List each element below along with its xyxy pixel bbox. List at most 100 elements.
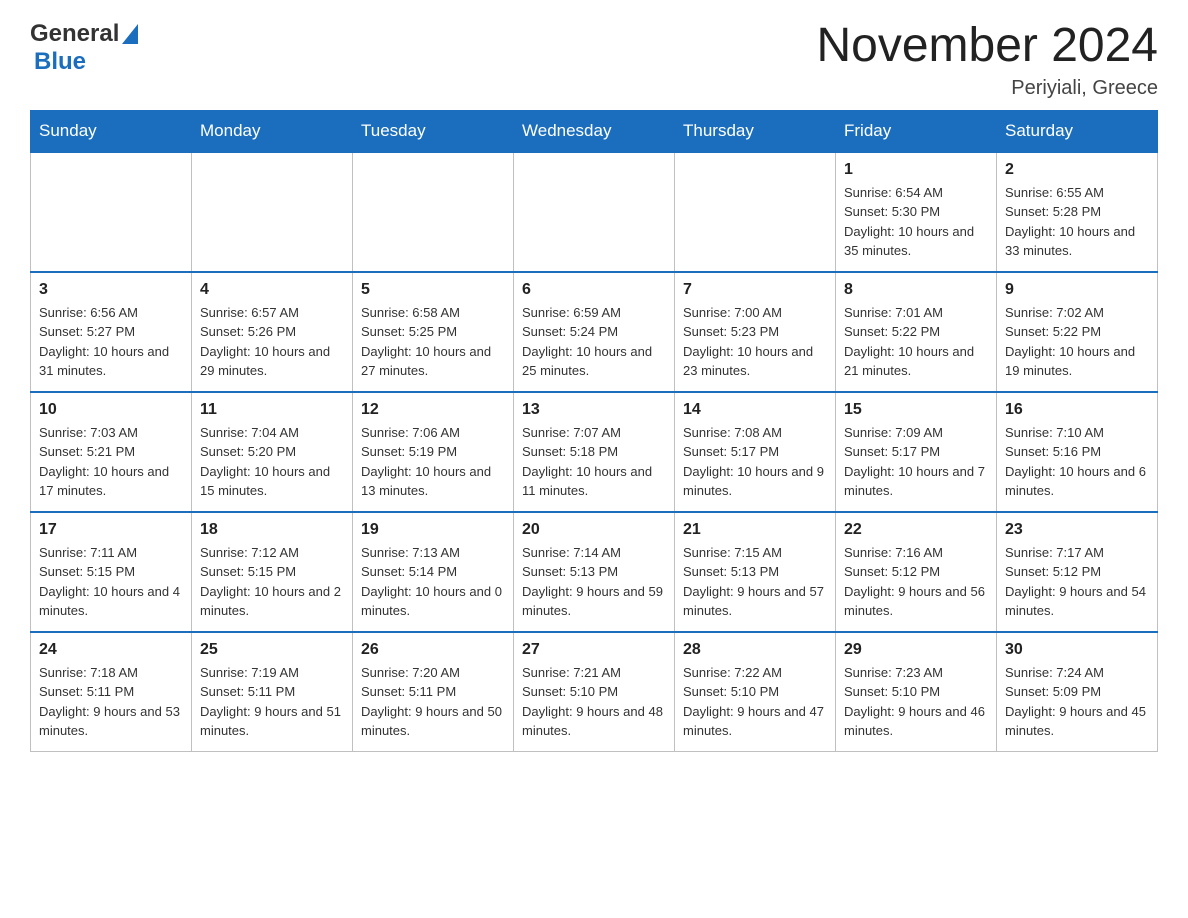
day-header-thursday: Thursday — [675, 110, 836, 152]
calendar-cell — [192, 152, 353, 272]
days-header-row: SundayMondayTuesdayWednesdayThursdayFrid… — [31, 110, 1158, 152]
calendar-cell: 23Sunrise: 7:17 AM Sunset: 5:12 PM Dayli… — [997, 512, 1158, 632]
calendar-cell: 6 Sunrise: 6:59 AM Sunset: 5:24 PM Daylig… — [514, 272, 675, 392]
day-number: 27 — [522, 641, 666, 659]
day-number: 11 — [200, 401, 344, 419]
day-header-tuesday: Tuesday — [353, 110, 514, 152]
day-info: Sunrise: 7:24 AM Sunset: 5:09 PM Dayligh… — [1005, 663, 1149, 741]
day-number: 30 — [1005, 641, 1149, 659]
day-number: 19 — [361, 521, 505, 539]
title-section: November 2024 Periyiali, Greece — [816, 20, 1158, 100]
calendar-cell — [31, 152, 192, 272]
calendar-cell: 20 Sunrise: 7:14 AM Sunset: 5:13 PM Dayli… — [514, 512, 675, 632]
calendar-cell: 25Sunrise: 7:19 AM Sunset: 5:11 PM Dayli… — [192, 632, 353, 752]
day-info: Sunrise: 6:54 AM Sunset: 5:30 PM Dayligh… — [844, 183, 988, 261]
day-number: 24 — [39, 641, 183, 659]
calendar-cell: 21 Sunrise: 7:15 AM Sunset: 5:13 PM Dayli… — [675, 512, 836, 632]
calendar-cell: 7 Sunrise: 7:00 AM Sunset: 5:23 PM Daylig… — [675, 272, 836, 392]
week-row-2: 3Sunrise: 6:56 AM Sunset: 5:27 PM Daylig… — [31, 272, 1158, 392]
week-row-1: 1 Sunrise: 6:54 AM Sunset: 5:30 PM Daylig… — [31, 152, 1158, 272]
day-number: 20 — [522, 521, 666, 539]
calendar-cell: 5 Sunrise: 6:58 AM Sunset: 5:25 PM Daylig… — [353, 272, 514, 392]
day-info: Sunrise: 7:13 AM Sunset: 5:14 PM Dayligh… — [361, 543, 505, 621]
day-info: Sunrise: 7:07 AM Sunset: 5:18 PM Dayligh… — [522, 423, 666, 501]
calendar-cell: 3Sunrise: 6:56 AM Sunset: 5:27 PM Daylig… — [31, 272, 192, 392]
day-number: 18 — [200, 521, 344, 539]
calendar-cell: 4Sunrise: 6:57 AM Sunset: 5:26 PM Daylig… — [192, 272, 353, 392]
day-info: Sunrise: 7:09 AM Sunset: 5:17 PM Dayligh… — [844, 423, 988, 501]
calendar-cell: 30 Sunrise: 7:24 AM Sunset: 5:09 PM Dayli… — [997, 632, 1158, 752]
day-number: 4 — [200, 281, 344, 299]
day-info: Sunrise: 7:23 AM Sunset: 5:10 PM Dayligh… — [844, 663, 988, 741]
calendar-cell — [353, 152, 514, 272]
calendar-cell: 28Sunrise: 7:22 AM Sunset: 5:10 PM Dayli… — [675, 632, 836, 752]
calendar-cell: 2 Sunrise: 6:55 AM Sunset: 5:28 PM Daylig… — [997, 152, 1158, 272]
day-number: 5 — [361, 281, 505, 299]
week-row-5: 24 Sunrise: 7:18 AM Sunset: 5:11 PM Dayli… — [31, 632, 1158, 752]
week-row-4: 17 Sunrise: 7:11 AM Sunset: 5:15 PM Dayli… — [31, 512, 1158, 632]
day-number: 21 — [683, 521, 827, 539]
calendar-cell: 27 Sunrise: 7:21 AM Sunset: 5:10 PM Dayli… — [514, 632, 675, 752]
day-info: Sunrise: 7:17 AM Sunset: 5:12 PM Dayligh… — [1005, 543, 1149, 621]
week-row-3: 10 Sunrise: 7:03 AM Sunset: 5:21 PM Dayli… — [31, 392, 1158, 512]
day-number: 15 — [844, 401, 988, 419]
calendar-cell: 29Sunrise: 7:23 AM Sunset: 5:10 PM Dayli… — [836, 632, 997, 752]
day-header-wednesday: Wednesday — [514, 110, 675, 152]
logo-triangle-icon — [122, 24, 138, 44]
day-number: 26 — [361, 641, 505, 659]
day-header-friday: Friday — [836, 110, 997, 152]
day-number: 9 — [1005, 281, 1149, 299]
day-info: Sunrise: 7:00 AM Sunset: 5:23 PM Dayligh… — [683, 303, 827, 381]
day-info: Sunrise: 6:58 AM Sunset: 5:25 PM Dayligh… — [361, 303, 505, 381]
logo-blue-text: Blue — [34, 48, 86, 75]
day-info: Sunrise: 6:55 AM Sunset: 5:28 PM Dayligh… — [1005, 183, 1149, 261]
day-info: Sunrise: 7:19 AM Sunset: 5:11 PM Dayligh… — [200, 663, 344, 741]
day-info: Sunrise: 7:21 AM Sunset: 5:10 PM Dayligh… — [522, 663, 666, 741]
calendar-cell — [675, 152, 836, 272]
calendar-cell: 18Sunrise: 7:12 AM Sunset: 5:15 PM Dayli… — [192, 512, 353, 632]
day-info: Sunrise: 6:59 AM Sunset: 5:24 PM Dayligh… — [522, 303, 666, 381]
day-number: 1 — [844, 161, 988, 179]
calendar-cell: 16 Sunrise: 7:10 AM Sunset: 5:16 PM Dayli… — [997, 392, 1158, 512]
logo-general-text: General — [30, 20, 119, 48]
day-info: Sunrise: 7:20 AM Sunset: 5:11 PM Dayligh… — [361, 663, 505, 741]
day-info: Sunrise: 7:18 AM Sunset: 5:11 PM Dayligh… — [39, 663, 183, 741]
calendar-cell: 9 Sunrise: 7:02 AM Sunset: 5:22 PM Daylig… — [997, 272, 1158, 392]
day-number: 6 — [522, 281, 666, 299]
logo: General Blue — [30, 20, 138, 76]
calendar-subtitle: Periyiali, Greece — [816, 77, 1158, 100]
calendar-cell: 26 Sunrise: 7:20 AM Sunset: 5:11 PM Dayli… — [353, 632, 514, 752]
calendar-cell: 14Sunrise: 7:08 AM Sunset: 5:17 PM Dayli… — [675, 392, 836, 512]
page-header: General Blue November 2024 Periyiali, Gr… — [30, 20, 1158, 100]
calendar-cell: 22Sunrise: 7:16 AM Sunset: 5:12 PM Dayli… — [836, 512, 997, 632]
calendar-cell: 1 Sunrise: 6:54 AM Sunset: 5:30 PM Daylig… — [836, 152, 997, 272]
calendar-cell: 15 Sunrise: 7:09 AM Sunset: 5:17 PM Dayli… — [836, 392, 997, 512]
day-number: 16 — [1005, 401, 1149, 419]
calendar-cell: 24 Sunrise: 7:18 AM Sunset: 5:11 PM Dayli… — [31, 632, 192, 752]
day-info: Sunrise: 7:14 AM Sunset: 5:13 PM Dayligh… — [522, 543, 666, 621]
day-number: 17 — [39, 521, 183, 539]
day-info: Sunrise: 7:10 AM Sunset: 5:16 PM Dayligh… — [1005, 423, 1149, 501]
day-number: 7 — [683, 281, 827, 299]
calendar-cell — [514, 152, 675, 272]
day-number: 8 — [844, 281, 988, 299]
day-info: Sunrise: 7:15 AM Sunset: 5:13 PM Dayligh… — [683, 543, 827, 621]
day-info: Sunrise: 7:11 AM Sunset: 5:15 PM Dayligh… — [39, 543, 183, 621]
day-number: 12 — [361, 401, 505, 419]
day-info: Sunrise: 7:16 AM Sunset: 5:12 PM Dayligh… — [844, 543, 988, 621]
day-header-saturday: Saturday — [997, 110, 1158, 152]
calendar-cell: 10 Sunrise: 7:03 AM Sunset: 5:21 PM Dayli… — [31, 392, 192, 512]
day-info: Sunrise: 7:03 AM Sunset: 5:21 PM Dayligh… — [39, 423, 183, 501]
day-number: 10 — [39, 401, 183, 419]
calendar-title: November 2024 — [816, 20, 1158, 73]
day-info: Sunrise: 7:01 AM Sunset: 5:22 PM Dayligh… — [844, 303, 988, 381]
calendar-cell: 13Sunrise: 7:07 AM Sunset: 5:18 PM Dayli… — [514, 392, 675, 512]
day-number: 2 — [1005, 161, 1149, 179]
day-info: Sunrise: 7:06 AM Sunset: 5:19 PM Dayligh… — [361, 423, 505, 501]
calendar-cell: 11Sunrise: 7:04 AM Sunset: 5:20 PM Dayli… — [192, 392, 353, 512]
calendar-cell: 19 Sunrise: 7:13 AM Sunset: 5:14 PM Dayli… — [353, 512, 514, 632]
day-info: Sunrise: 7:02 AM Sunset: 5:22 PM Dayligh… — [1005, 303, 1149, 381]
day-info: Sunrise: 6:56 AM Sunset: 5:27 PM Dayligh… — [39, 303, 183, 381]
day-number: 28 — [683, 641, 827, 659]
day-header-sunday: Sunday — [31, 110, 192, 152]
